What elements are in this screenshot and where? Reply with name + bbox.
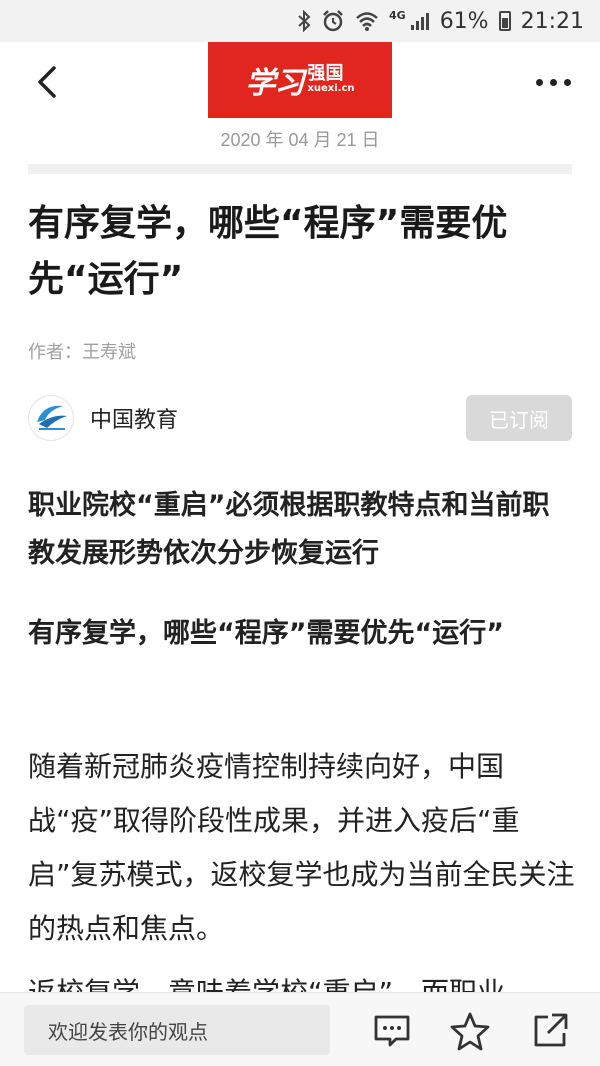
back-button[interactable]: [28, 62, 68, 102]
source-avatar[interactable]: [28, 395, 74, 441]
source-row: 中国教育 已订阅: [28, 394, 572, 442]
more-dot-icon: [550, 78, 557, 86]
logo-side-top: 强国: [307, 63, 344, 85]
comment-icon: [374, 1015, 410, 1047]
source-name[interactable]: 中国教育: [90, 402, 178, 434]
comment-button[interactable]: [372, 1011, 412, 1051]
bottom-action-bar: 欢迎发表你的观点: [0, 992, 600, 1066]
article-title: 有序复学，哪些“程序”需要优先“运行”: [28, 203, 508, 300]
signal-icon: [410, 11, 430, 31]
article-subtitle: 职业院校“重启”必须根据职教特点和当前职教发展形势依次分步恢复运行: [28, 490, 550, 569]
network-type: 4G: [389, 9, 406, 22]
battery-icon: [498, 11, 511, 31]
status-bar: 4G 61% 21:21: [0, 0, 600, 42]
more-dot-icon: [564, 78, 571, 86]
logo-text: 学习: [245, 66, 304, 101]
favorite-button[interactable]: [450, 1011, 490, 1051]
subscribe-button[interactable]: 已订阅: [466, 395, 572, 441]
logo-side-bottom: xuexi.cn: [307, 83, 355, 95]
article-section-heading: 有序复学，哪些“程序”需要优先“运行”: [28, 618, 504, 649]
star-icon: [450, 1012, 490, 1051]
app-header: 学习 强国 xuexi.cn 2020 年 04 月 21 日: [0, 42, 600, 162]
more-dot-icon: [536, 78, 543, 86]
article-author: 作者：王寿斌: [28, 342, 136, 363]
publish-date: 2020 年 04 月 21 日: [220, 130, 380, 150]
wifi-icon: [355, 10, 379, 32]
clock: 21:21: [520, 8, 584, 34]
chevron-left-icon: [38, 66, 56, 98]
alarm-icon: [321, 9, 345, 33]
app-logo: 学习 强国 xuexi.cn: [208, 42, 392, 118]
share-button[interactable]: [530, 1011, 570, 1051]
more-options-button[interactable]: [536, 72, 576, 92]
article-paragraph: 随着新冠肺炎疫情控制持续向好，中国战“疫”取得阶段性成果，并进入疫后“重启”复苏…: [28, 750, 575, 945]
source-logo-icon: [37, 405, 67, 430]
header-divider: [28, 164, 572, 174]
share-icon: [534, 1013, 568, 1047]
comment-input[interactable]: 欢迎发表你的观点: [24, 1005, 330, 1055]
battery-percent: 61%: [439, 8, 489, 34]
bluetooth-icon: [297, 10, 311, 32]
